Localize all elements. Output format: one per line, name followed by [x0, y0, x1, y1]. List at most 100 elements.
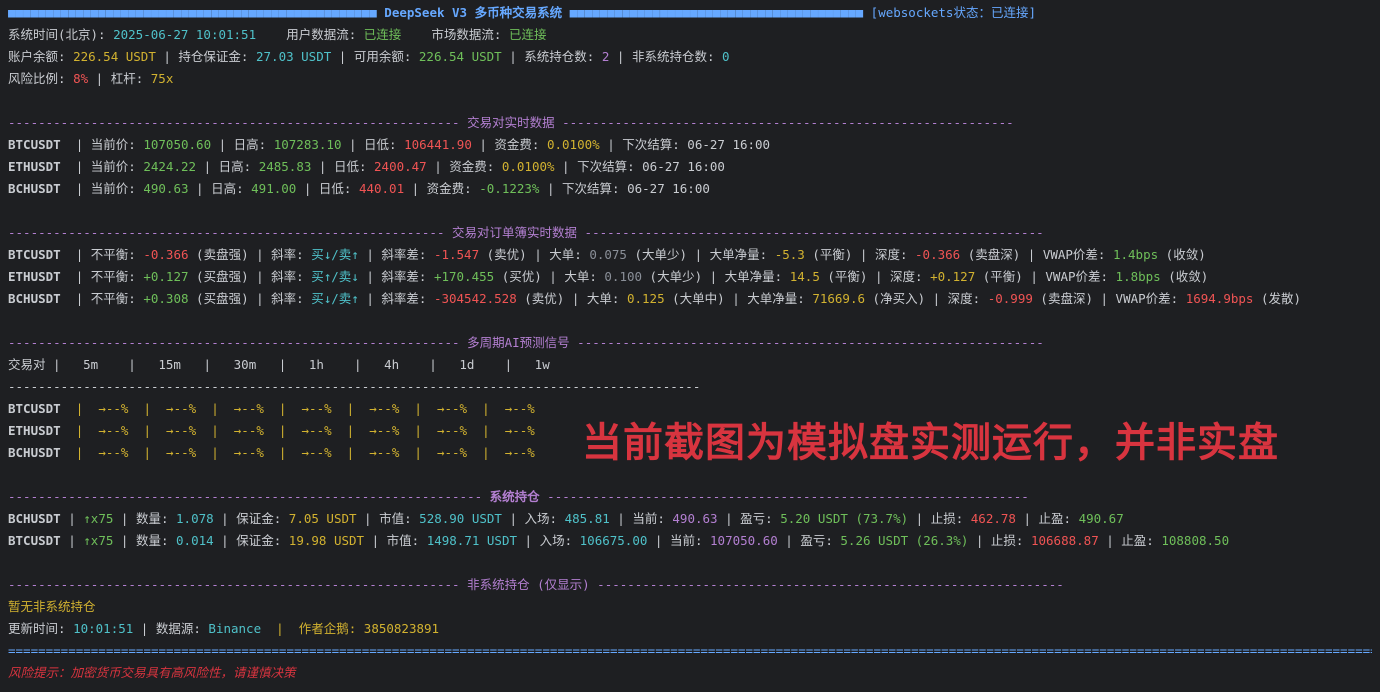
header-bar-right: ■■■■■■■■■■■■■■■■■■■■■■■■■■■■■■■■■■■■■■■: [569, 5, 864, 20]
nonsystem-position-count: 0: [722, 49, 730, 64]
big-order-label: | 大单:: [526, 247, 590, 262]
low-label: | 日低:: [341, 137, 405, 152]
separator: |: [60, 511, 84, 526]
symbol: BTCUSDT: [8, 401, 69, 416]
market-stream-status: 已连接: [508, 27, 547, 42]
symbol: BCHUSDT: [8, 181, 69, 196]
next-settlement: | 下次结算: 06-27 16:00: [599, 137, 771, 152]
section-orderbook: ----------------------------------------…: [8, 222, 1372, 244]
imbalance-note: (卖盘强): [188, 247, 249, 262]
imbalance-label: | 不平衡:: [68, 291, 144, 306]
update-label: 更新时间:: [8, 621, 74, 636]
pnl: 5.20 USDT (73.7%): [780, 511, 909, 526]
section-title-positions: 系统持仓: [489, 489, 540, 504]
entry-price: 485.81: [564, 511, 610, 526]
big-order-note: (大单中): [664, 291, 725, 306]
slope-note: (卖优): [479, 247, 527, 262]
ai-signal-cells: | →--% | →--% | →--% | →--% | →--% | →--…: [68, 445, 535, 460]
depth-value: -0.366: [915, 247, 961, 262]
section-rule-right: ----------------------------------------…: [569, 335, 1044, 350]
realtime-row: BCHUSDT | 当前价: 490.63 | 日高: 491.00 | 日低:…: [8, 178, 1372, 200]
direction-leverage: ↑x75: [83, 511, 114, 526]
system-time: 2025-06-27 10:01:51: [113, 27, 257, 42]
section-rule-left: ----------------------------------------…: [8, 577, 468, 592]
section-rule-left: ----------------------------------------…: [8, 225, 453, 240]
slope-diff-value: -304542.528: [433, 291, 517, 306]
funding-rate: 0.0100%: [501, 159, 555, 174]
vwap-value: 1694.9bps: [1185, 291, 1254, 306]
symbol: ETHUSDT: [8, 423, 69, 438]
direction-leverage: ↑x75: [83, 533, 114, 548]
time-label: 系统时间(北京):: [8, 27, 114, 42]
take-profit-label: | 止盈:: [1098, 533, 1162, 548]
big-net-note: (平衡): [819, 269, 868, 284]
high-label: | 日高:: [196, 159, 259, 174]
slope-diff-value: -1.547: [433, 247, 480, 262]
section-rule-left: ----------------------------------------…: [8, 489, 490, 504]
big-net-value: 71669.6: [812, 291, 866, 306]
entry-price: 106675.00: [579, 533, 648, 548]
day-high: 107283.10: [273, 137, 342, 152]
update-time: 10:01:51: [73, 621, 134, 636]
big-net-note: (平衡): [804, 247, 853, 262]
big-order-value: 0.075: [589, 247, 627, 262]
vwap-note: (发散): [1253, 291, 1302, 306]
symbol: BCHUSDT: [8, 291, 69, 306]
simulation-watermark: 当前截图为模拟盘实测运行，并非实盘: [582, 420, 1279, 466]
big-order-label: | 大单:: [564, 291, 627, 306]
imbalance-label: | 不平衡:: [68, 247, 144, 262]
section-rule-right: ----------------------------------------…: [554, 115, 1014, 130]
section-ai: ----------------------------------------…: [8, 332, 1372, 354]
market-value: 528.90 USDT: [419, 511, 502, 526]
value-label: | 市值:: [356, 511, 420, 526]
terminal-window: ■■■■■■■■■■■■■■■■■■■■■■■■■■■■■■■■■■■■■■■■…: [0, 0, 1380, 692]
vwap-note: (收敛): [1160, 269, 1209, 284]
slope-label: | 斜率:: [248, 291, 312, 306]
slope-value: 买↓/卖↑: [311, 291, 359, 306]
author-contact: | 作者企鹅: 3850823891: [261, 621, 440, 636]
ai-signal-cells: | →--% | →--% | →--% | →--% | →--% | →--…: [68, 423, 535, 438]
section-rule-right: ----------------------------------------…: [539, 489, 1029, 504]
slope-diff-label: | 斜率差:: [358, 247, 434, 262]
vwap-value: 1.4bps: [1112, 247, 1159, 262]
day-low: 440.01: [358, 181, 405, 196]
margin-label: | 保证金:: [213, 511, 289, 526]
value-label: | 市值:: [364, 533, 427, 548]
big-order-note: (大单少): [642, 269, 703, 284]
take-profit: 108808.50: [1161, 533, 1230, 548]
position-margin: 27.03 USDT: [256, 49, 332, 64]
margin: 7.05 USDT: [288, 511, 357, 526]
depth-note: (卖盘深): [1032, 291, 1093, 306]
account-balance: 226.54 USDT: [73, 49, 156, 64]
margin-label: | 保证金:: [213, 533, 289, 548]
section-rule-left: ----------------------------------------…: [8, 115, 468, 130]
price-label: | 当前价:: [68, 137, 144, 152]
funding-rate: -0.1223%: [479, 181, 540, 196]
price-label: | 当前价:: [68, 159, 144, 174]
low-label: | 日低:: [296, 181, 359, 196]
stop-loss-label: | 止损:: [968, 533, 1031, 548]
symbol: ETHUSDT: [8, 159, 69, 174]
slope-diff-label: | 斜率差:: [358, 291, 434, 306]
header-bar-left: ■■■■■■■■■■■■■■■■■■■■■■■■■■■■■■■■■■■■■■■■…: [8, 5, 377, 20]
big-order-note: (大单少): [626, 247, 688, 262]
orderbook-row: ETHUSDT | 不平衡: +0.127 (买盘强) | 斜率: 买↑/卖↓ …: [8, 266, 1372, 288]
day-low: 2400.47: [374, 159, 427, 174]
depth-label: | 深度:: [925, 291, 988, 306]
nonsys-empty-message: 暂无非系统持仓: [8, 599, 96, 614]
current-label: | 当前:: [609, 511, 673, 526]
position-row: BTCUSDT | ↑x75 | 数量: 0.014 | 保证金: 19.98 …: [8, 530, 1372, 552]
header-line: ■■■■■■■■■■■■■■■■■■■■■■■■■■■■■■■■■■■■■■■■…: [8, 2, 1372, 24]
big-net-label: | 大单净量:: [687, 247, 775, 262]
imbalance-label: | 不平衡:: [68, 269, 144, 284]
pnl: 5.26 USDT (26.3%): [840, 533, 969, 548]
leverage: 75x: [150, 71, 174, 86]
pnl-label: | 盈亏:: [777, 533, 841, 548]
funding-rate: 0.0100%: [546, 137, 600, 152]
risk-line: 风险比例: 8% | 杠杆: 75x: [8, 68, 1372, 90]
separator: |: [60, 533, 84, 548]
slope-value: 买↓/卖↑: [311, 247, 359, 262]
slope-note: (买优): [494, 269, 542, 284]
account-line: 账户余额: 226.54 USDT | 持仓保证金: 27.03 USDT | …: [8, 46, 1372, 68]
current-label: | 当前:: [647, 533, 711, 548]
